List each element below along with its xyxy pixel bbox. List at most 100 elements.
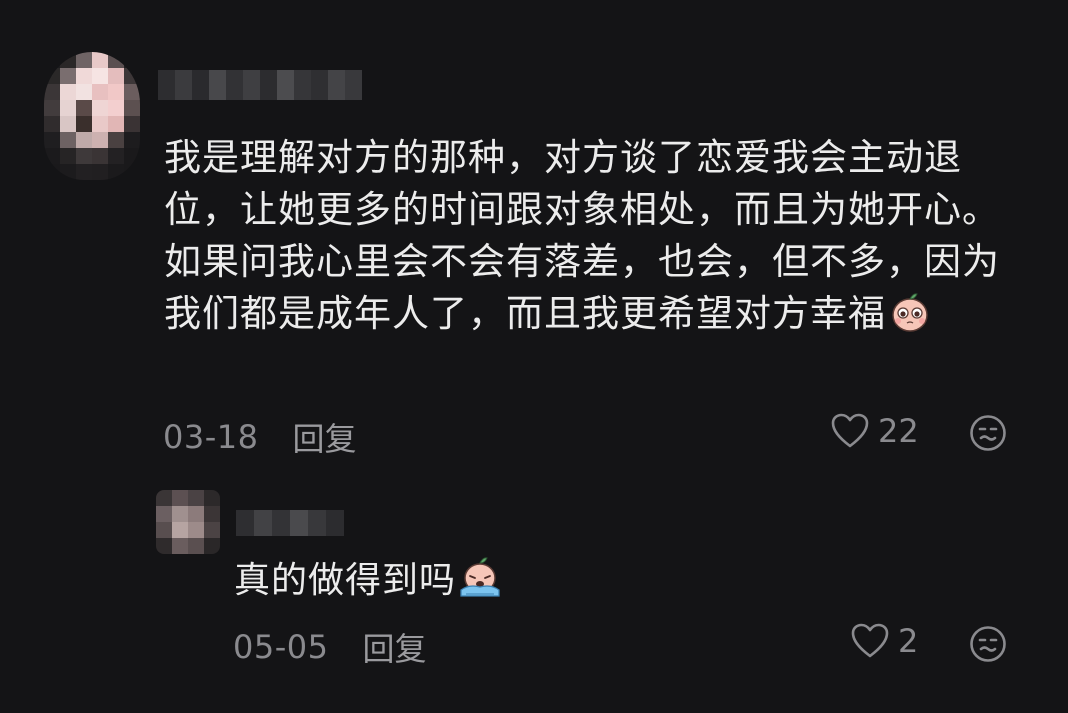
username-blur-block (311, 70, 328, 100)
comment-meta: 03-18 回复 (163, 414, 357, 460)
username-blur-block (226, 70, 243, 100)
reply-avatar[interactable] (156, 490, 220, 554)
username-blur-block (328, 70, 345, 100)
pleading-face-sticker-icon (892, 293, 928, 332)
avatar-pixel (172, 490, 188, 506)
avatar-pixel (204, 506, 220, 522)
avatar-pixel (124, 148, 140, 164)
reply-meta: 05-05 回复 (233, 624, 427, 670)
avatar-pixel (92, 148, 108, 164)
reply-body: 真的做得到吗 (234, 560, 457, 601)
username-blur-block (260, 70, 277, 100)
avatar-pixel (124, 84, 140, 100)
avatar-pixel (188, 538, 204, 554)
avatar-pixel (172, 538, 188, 554)
avatar-pixel (60, 100, 76, 116)
avatar-pixel (188, 522, 204, 538)
avatar-pixel (108, 132, 124, 148)
avatar-pixel (124, 68, 140, 84)
avatar-pixel (76, 148, 92, 164)
reply-to-reply-button[interactable]: 回复 (362, 624, 426, 670)
avatar-pixel (60, 116, 76, 132)
avatar-pixel (92, 164, 108, 180)
username-blur-block (272, 510, 290, 536)
avatar-pixel (108, 52, 124, 68)
heart-icon (831, 413, 869, 448)
comment-body: 我是理解对方的那种，对方谈了恋爱我会主动退位，让她更多的时间跟对象相处，而且为她… (164, 136, 1000, 335)
username-blur-block (175, 70, 192, 100)
avatar-pixel (44, 84, 60, 100)
username-blur-block (243, 70, 260, 100)
reply-button[interactable]: 回复 (292, 414, 356, 460)
username-blur-block (209, 70, 226, 100)
avatar-pixel (204, 522, 220, 538)
dislike-face-icon[interactable] (969, 414, 1007, 452)
avatar-pixel (108, 148, 124, 164)
avatar-pixel (60, 164, 76, 180)
avatar-pixel (204, 538, 220, 554)
avatar-pixel (76, 52, 92, 68)
avatar-pixel (44, 52, 60, 68)
avatar-pixel (156, 522, 172, 538)
heart-icon (851, 623, 889, 658)
avatar-pixel (156, 490, 172, 506)
avatar-pixel (60, 84, 76, 100)
reply-like-button[interactable]: 2 (850, 622, 918, 660)
avatar-pixel (44, 68, 60, 84)
avatar-pixel (108, 164, 124, 180)
username-blur-block (192, 70, 209, 100)
username-blurred[interactable] (158, 70, 362, 100)
avatar-pixel (188, 490, 204, 506)
avatar-pixel (44, 164, 60, 180)
avatar-pixel (108, 68, 124, 84)
avatar-pixel (108, 84, 124, 100)
avatar-pixel (60, 68, 76, 84)
avatar-pixel (44, 116, 60, 132)
avatar-pixel (60, 52, 76, 68)
avatar-pixel (172, 522, 188, 538)
avatar-pixel (76, 164, 92, 180)
username-blur-block (294, 70, 311, 100)
reply-text: 真的做得到吗 (234, 556, 502, 605)
crying-face-sticker-icon (460, 557, 500, 597)
username-blur-block (158, 70, 175, 100)
comment-text: 我是理解对方的那种，对方谈了恋爱我会主动退位，让她更多的时间跟对象相处，而且为她… (164, 132, 1034, 340)
avatar-pixel (76, 132, 92, 148)
avatar-pixel (172, 506, 188, 522)
comment-thread: 我是理解对方的那种，对方谈了恋爱我会主动退位，让她更多的时间跟对象相处，而且为她… (0, 0, 1068, 713)
avatar-pixel (44, 148, 60, 164)
avatar-pixel (124, 100, 140, 116)
reply-date: 05-05 (233, 628, 329, 666)
comment-date: 03-18 (163, 418, 259, 456)
avatar-pixel (92, 68, 108, 84)
avatar-pixel (60, 132, 76, 148)
avatar-pixel (108, 100, 124, 116)
like-count: 22 (878, 412, 919, 450)
avatar-pixel (60, 148, 76, 164)
avatar-pixel (44, 132, 60, 148)
username-blur-block (236, 510, 254, 536)
avatar-pixel (76, 68, 92, 84)
avatar[interactable] (44, 52, 140, 180)
username-blur-block (254, 510, 272, 536)
avatar-pixel (188, 506, 204, 522)
avatar-pixel (124, 52, 140, 68)
avatar-pixel (92, 100, 108, 116)
avatar-pixel (92, 116, 108, 132)
avatar-pixel (204, 490, 220, 506)
username-blur-block (345, 70, 362, 100)
avatar-pixel (92, 52, 108, 68)
avatar-pixel (44, 100, 60, 116)
dislike-face-icon[interactable] (969, 625, 1007, 663)
avatar-pixel (76, 100, 92, 116)
avatar-pixel (156, 538, 172, 554)
avatar-pixel (156, 506, 172, 522)
avatar-pixel (124, 164, 140, 180)
username-blur-block (290, 510, 308, 536)
like-button[interactable]: 22 (830, 412, 919, 450)
reply-username-blurred[interactable] (236, 510, 344, 536)
username-blur-block (326, 510, 344, 536)
avatar-pixel (124, 132, 140, 148)
avatar-pixel (76, 84, 92, 100)
avatar-pixel (108, 116, 124, 132)
